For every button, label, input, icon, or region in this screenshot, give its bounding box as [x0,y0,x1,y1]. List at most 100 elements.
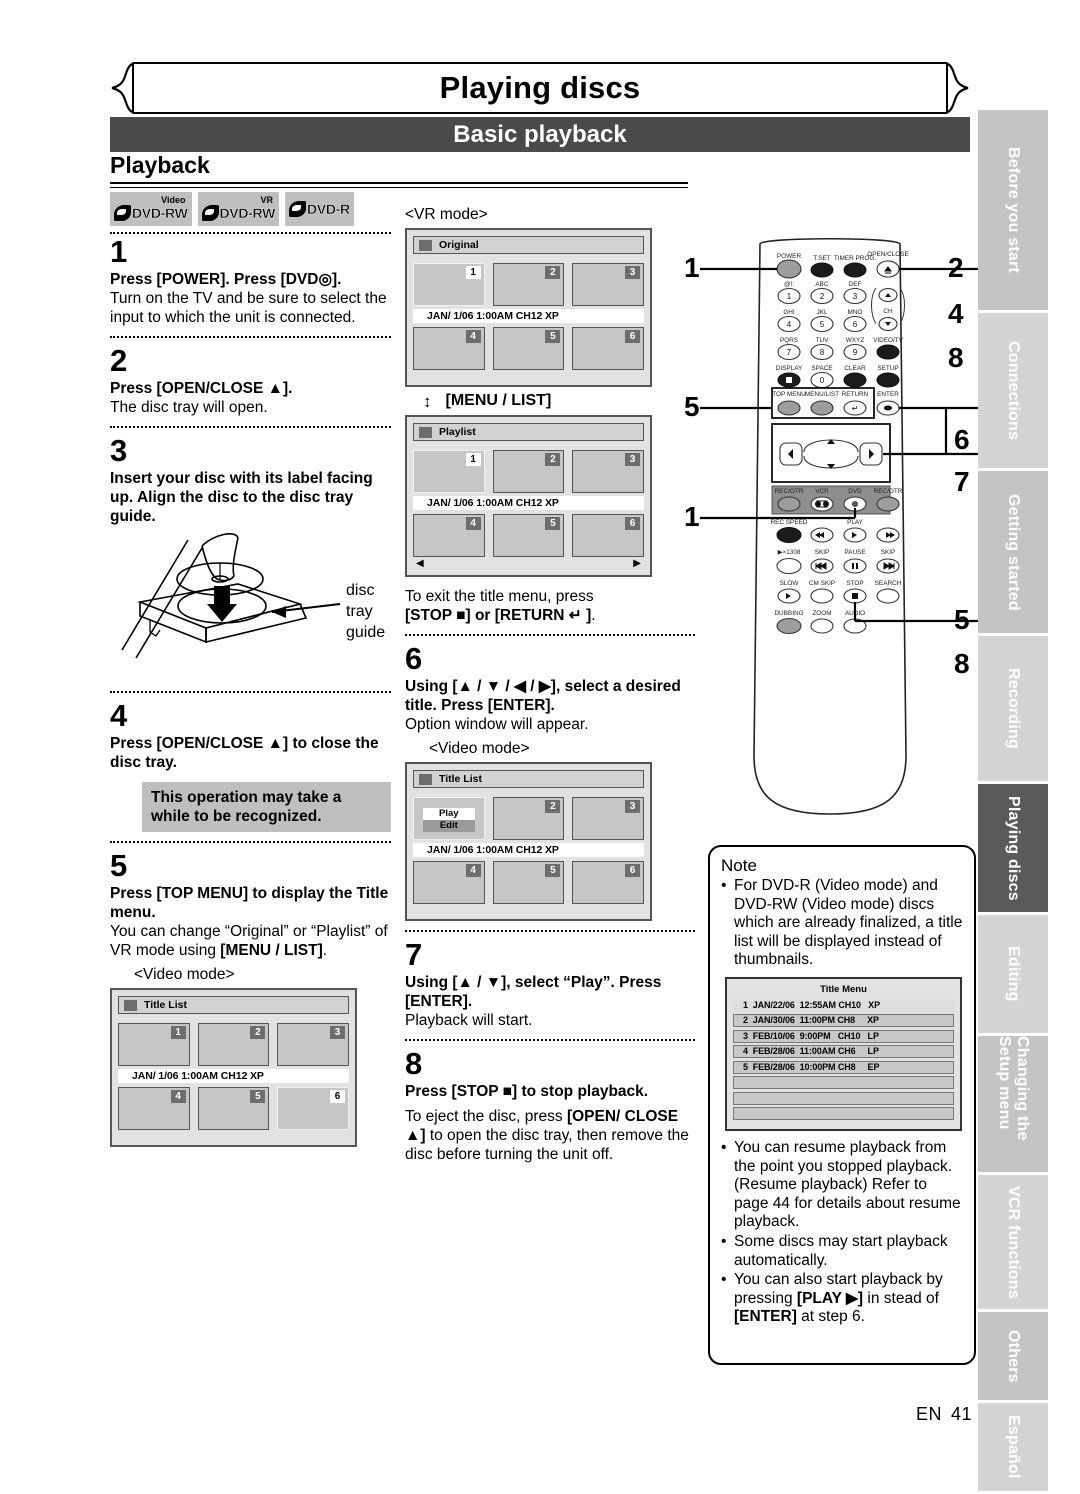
option-window: Play Edit [422,807,475,832]
osd-page-arrows: ◀ ▶ [413,557,644,569]
osd-thumbnail[interactable]: 2 [197,1023,270,1066]
svg-text:VIDEO/TV: VIDEO/TV [873,337,904,344]
svg-text:DVD: DVD [848,488,862,495]
footer-language: EN [915,1404,942,1424]
osd-thumbnail-selected[interactable]: 6 [277,1087,350,1130]
osd-thumbnail[interactable]: 5 [492,861,565,904]
middle-column: <VR mode> Original 1 2 3 JAN/ 1/06 1:00A… [405,200,695,1164]
title-menu-row-empty[interactable] [733,1091,954,1105]
title-menu-row[interactable]: 3 FEB/10/06 9:00PM CH10 LP [733,1029,954,1043]
osd-thumbnail[interactable]: 2 [492,450,565,493]
exit-title-menu-note: To exit the title menu, press [STOP ■] o… [405,587,695,625]
disc-format-logos: Video DVD-RW VR DVD-RW DVD-R [110,192,354,226]
step-7-body: Playback will start. [405,1012,533,1029]
osd-thumb-row-top: 1 2 3 [413,450,645,493]
svg-text:VCR: VCR [815,488,829,495]
step-2-body: The disc tray will open. [110,399,268,416]
osd-thumb-number: 4 [170,1090,186,1103]
title-menu-row[interactable]: 4 FEB/28/06 11:00AM CH6 LP [733,1045,954,1059]
osd-title-icon [419,773,432,785]
bullet-icon: • [721,1232,727,1250]
osd-info-bar: JAN/ 1/06 1:00AM CH12 XP [118,1069,349,1083]
bullet-icon: • [721,877,727,894]
sidebar-tab-recording[interactable]: Recording [978,636,1048,781]
note-bullet-text: You can resume playback from the point y… [734,1138,961,1231]
step-3: 3 Insert your disc with its label facing… [110,435,391,526]
osd-thumbnail[interactable]: 1 [118,1023,190,1066]
osd-thumbnail[interactable]: 3 [277,1023,350,1066]
osd-thumbnail[interactable]: 6 [572,327,645,370]
sidebar-tab-getting-started[interactable]: Getting started [978,471,1048,633]
step-2-title: Press [OPEN/CLOSE ▲]. [110,380,293,397]
osd-thumbnail[interactable]: 5 [492,327,565,370]
osd-thumbnail[interactable]: 6 [572,861,645,904]
step-number: 2 [110,343,128,378]
osd-thumbnail[interactable]: 4 [118,1087,190,1130]
title-menu-row-empty[interactable] [733,1076,954,1090]
up-down-arrow-icon: ↕ [423,391,432,411]
osd-thumb-row-bottom: 4 5 6 [413,327,645,370]
option-play[interactable]: Play [422,807,475,820]
osd-thumbnail[interactable]: 2 [492,797,565,840]
page-left-icon[interactable]: ◀ [416,558,424,569]
osd-thumbnail[interactable]: 4 [413,861,485,904]
svg-text:SEARCH: SEARCH [875,580,902,587]
osd-title-bar: Title List [413,770,644,788]
osd-thumbnail[interactable]: 3 [572,263,645,306]
callout-open: 2 [948,252,964,283]
note-bullet-text: For DVD-R (Video mode) and DVD-RW (Video… [734,877,963,969]
disc-swoosh-icon [114,205,131,221]
osd-thumbnail[interactable]: 6 [572,514,645,557]
sidebar-tab-playing-discs[interactable]: Playing discs [978,784,1048,912]
logo-name: DVD-RW [132,205,188,221]
osd-spacer [413,904,644,913]
osd-thumbnail[interactable]: 5 [197,1087,270,1130]
svg-text:8: 8 [820,348,825,357]
step-1: 1 Press [POWER]. Press [DVD◎]. Turn on t… [110,236,391,327]
osd-thumbnail-selected[interactable]: 1 [413,263,485,306]
osd-thumb-number: 2 [545,266,561,279]
osd-thumbnail[interactable]: 4 [413,327,485,370]
option-edit[interactable]: Edit [422,819,475,832]
osd-thumb-number: 5 [545,517,561,530]
step-5: 5 Press [TOP MENU] to display the Title … [110,850,391,984]
svg-text:REC/OTR: REC/OTR [775,488,804,495]
svg-text:SETUP: SETUP [877,365,898,372]
step-number: 6 [405,641,423,676]
sidebar-tab-changing-setup-menu[interactable]: Changing the Setup menu [978,1036,1048,1172]
section-bar: Basic playback [110,117,970,152]
osd-thumbnail[interactable]: 5 [492,514,565,557]
title-menu-row[interactable]: 5 FEB/28/06 10:00PM CH8 EP [733,1060,954,1074]
title-menu-row[interactable]: 1 JAN/22/06 12:55AM CH10 XP [733,998,954,1012]
osd-thumbnail[interactable]: 3 [572,450,645,493]
exit-note-text: To exit the title menu, press [405,588,594,605]
note-bullet-bold2: [ENTER] [734,1308,797,1326]
sidebar-tab-espanol[interactable]: Español [978,1403,1048,1491]
title-menu-row[interactable]: 2 JAN/30/06 11:00PM CH8 XP [733,1014,954,1028]
sidebar-tab-others[interactable]: Others [978,1312,1048,1400]
svg-text:T.SET: T.SET [813,255,830,262]
note-bullet-bold: [PLAY ▶] [796,1289,864,1307]
callout-top-menu: 5 [684,391,700,422]
osd-thumb-number: 5 [545,864,561,877]
osd-thumbnail[interactable]: 4 [413,514,485,557]
svg-text:OPEN/CLOSE: OPEN/CLOSE [867,251,909,258]
svg-text:GHI: GHI [783,309,795,316]
sidebar-tab-vcr-functions[interactable]: VCR functions [978,1175,1048,1309]
page-right-icon[interactable]: ▶ [633,558,641,569]
osd-title-icon [419,426,432,438]
title-menu-row-empty[interactable] [733,1107,954,1121]
osd-thumbnail-selected[interactable]: 1 [413,450,485,493]
osd-thumbnail-selected[interactable]: Play Edit [413,797,485,840]
osd-thumbnail[interactable]: 2 [492,263,565,306]
sidebar-tab-connections[interactable]: Connections [978,313,1048,468]
sidebar-tab-before-you-start[interactable]: Before you start [978,110,1048,310]
sidebar-tab-editing[interactable]: Editing [978,915,1048,1033]
svg-text:DEF: DEF [849,281,862,288]
step-number: 4 [110,698,128,733]
step-5-body-bold: [MENU / LIST] [220,942,323,959]
osd-thumbnail[interactable]: 3 [572,797,645,840]
divider-dotted [110,691,391,693]
note-bullet-2: • You can resume playback from the point… [721,1139,964,1232]
title-menu-heading: Title Menu [820,983,867,995]
